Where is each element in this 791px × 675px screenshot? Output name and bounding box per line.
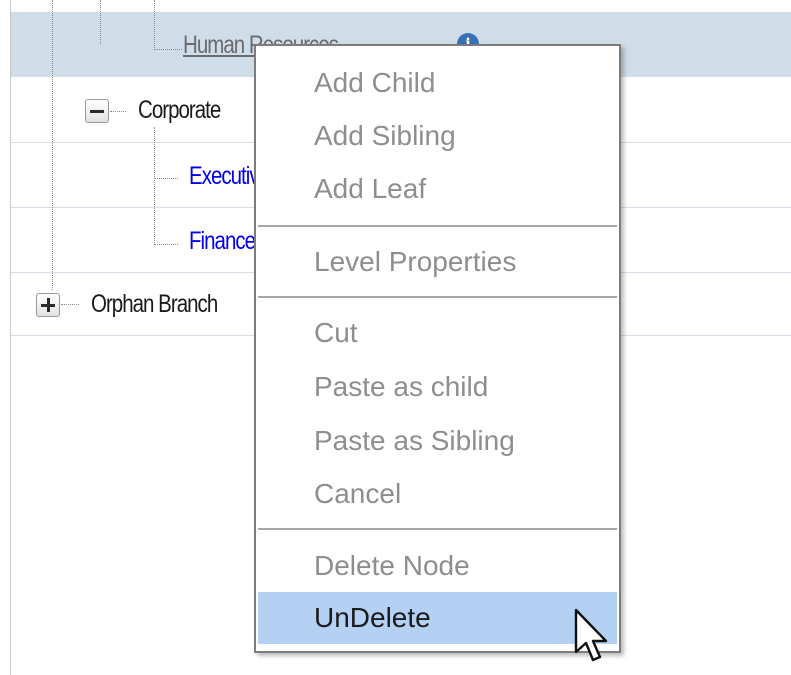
menu-item-add-sibling[interactable]: Add Sibling — [258, 111, 617, 161]
menu-item-add-leaf[interactable]: Add Leaf — [258, 164, 617, 214]
menu-item-delete-node[interactable]: Delete Node — [258, 541, 617, 591]
tree-connector — [154, 178, 178, 179]
menu-item-paste-as-child[interactable]: Paste as child — [258, 362, 617, 412]
tree-connector — [154, 0, 155, 50]
menu-separator — [258, 296, 617, 298]
collapse-toggle-icon[interactable] — [85, 99, 109, 123]
tree-connector — [154, 49, 182, 50]
menu-separator — [258, 225, 617, 227]
expand-toggle-icon[interactable] — [36, 293, 60, 317]
menu-item-undelete[interactable]: UnDelete — [258, 592, 617, 644]
tree-node-label[interactable]: Corporate — [138, 95, 221, 125]
tree-connector — [61, 304, 79, 305]
arrow-cursor-icon — [574, 608, 608, 662]
tree-node-label[interactable]: Orphan Branch — [91, 289, 218, 319]
menu-item-cancel[interactable]: Cancel — [258, 469, 617, 519]
tree-node-label[interactable]: Finance — [189, 226, 256, 256]
menu-item-cut[interactable]: Cut — [258, 308, 617, 358]
context-menu: Add Child Add Sibling Add Leaf Level Pro… — [254, 44, 621, 653]
tree-connector — [110, 111, 126, 112]
tree-connector — [52, 0, 53, 290]
menu-separator — [258, 528, 617, 530]
tree-connector — [154, 127, 155, 245]
menu-item-add-child[interactable]: Add Child — [258, 58, 617, 108]
menu-item-paste-as-sibling[interactable]: Paste as Sibling — [258, 416, 617, 466]
menu-item-level-properties[interactable]: Level Properties — [258, 237, 617, 287]
tree-connector — [100, 0, 101, 44]
tree-connector — [154, 244, 178, 245]
